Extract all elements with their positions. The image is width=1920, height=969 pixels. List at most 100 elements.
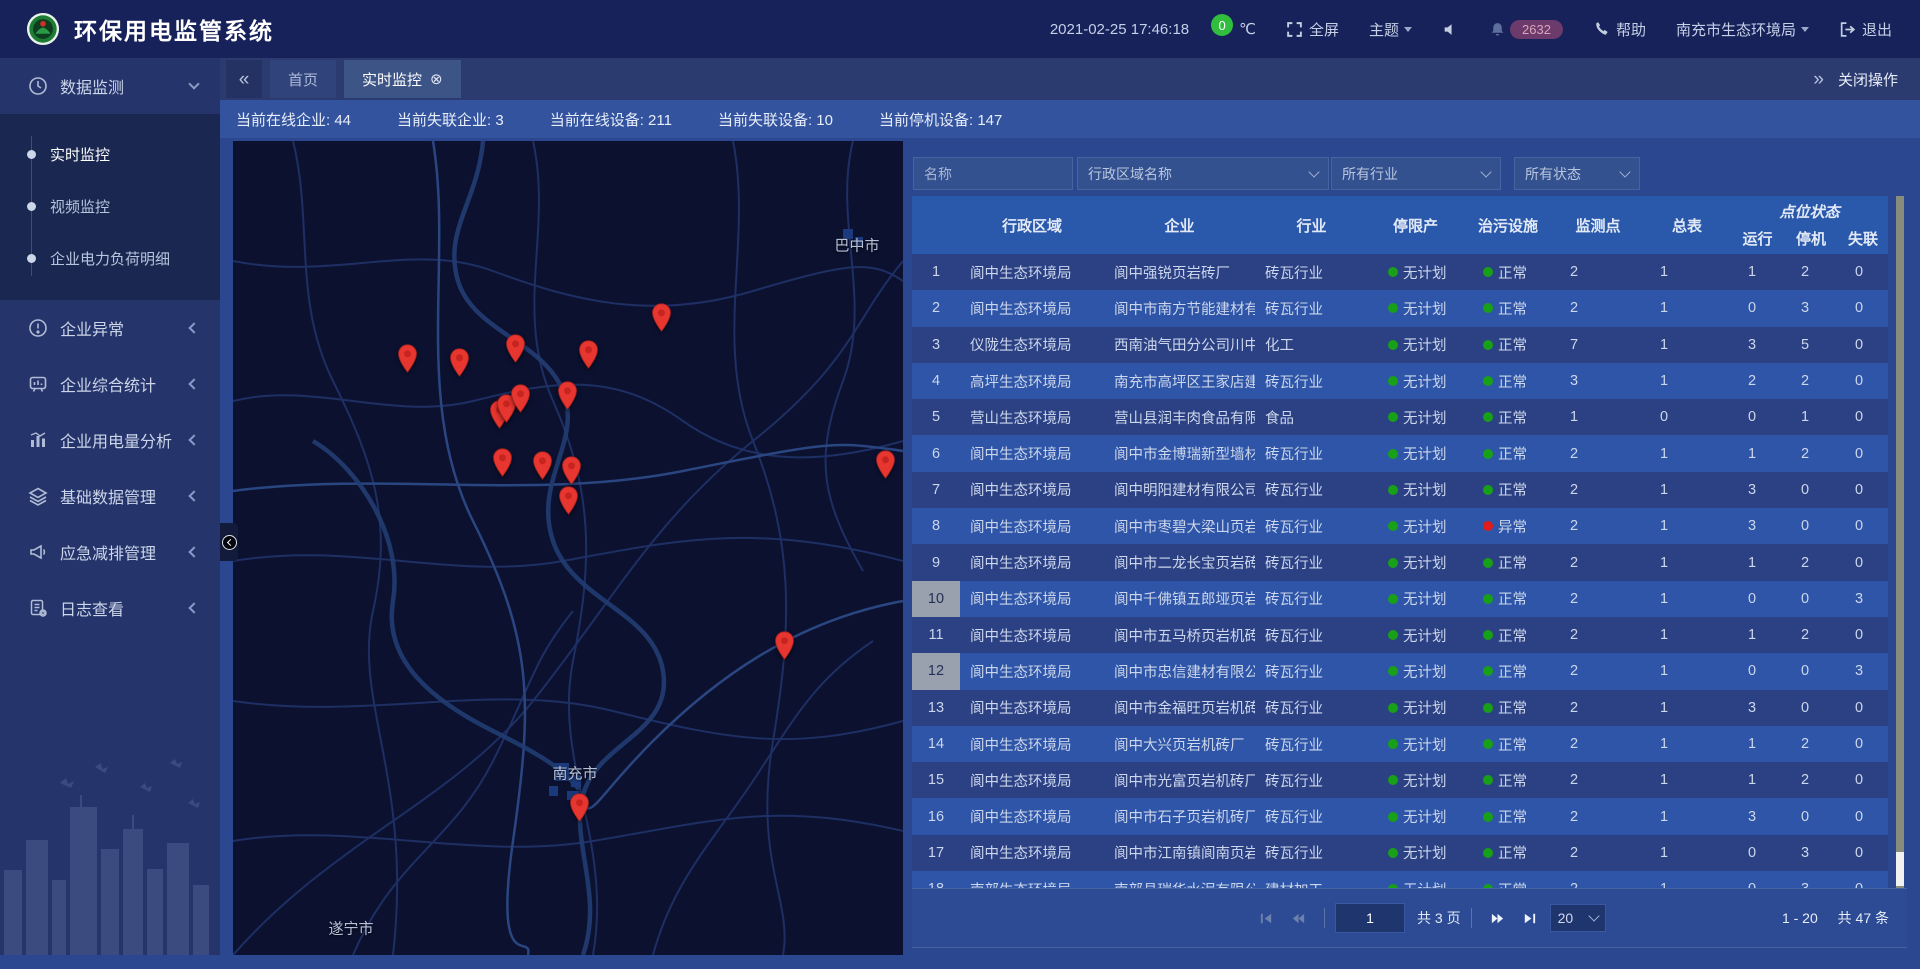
sidebar-item[interactable]: 日志查看 bbox=[0, 580, 220, 636]
search-input[interactable] bbox=[924, 166, 1062, 182]
cell-enterprise: 阆中市金博瑞新型墙材 bbox=[1104, 435, 1255, 471]
logout-button[interactable]: 退出 bbox=[1839, 19, 1892, 40]
cell-stopped: 2 bbox=[1784, 544, 1838, 580]
sidebar-item[interactable]: 企业异常 bbox=[0, 300, 220, 356]
cell-disconnected: 0 bbox=[1838, 544, 1888, 580]
table-row[interactable]: 4高坪生态环境局南充市高坪区王家店建砖瓦行业无计划正常31220 bbox=[912, 363, 1888, 399]
map-pin-icon[interactable] bbox=[492, 448, 513, 477]
last-page-button[interactable] bbox=[1519, 907, 1541, 929]
previous-page-button[interactable] bbox=[1287, 907, 1309, 929]
cell-limit-status: 无计划 bbox=[1368, 798, 1463, 834]
map-pin-icon[interactable] bbox=[875, 450, 896, 479]
table-row[interactable]: 12阆中生态环境局阆中市忠信建材有限公砖瓦行业无计划正常21003 bbox=[912, 653, 1888, 689]
sidebar: 数据监测实时监控视频监控企业电力负荷明细企业异常企业综合统计企业用电量分析基础数… bbox=[0, 58, 220, 955]
row-number: 1 bbox=[912, 254, 960, 290]
table-row[interactable]: 6阆中生态环境局阆中市金博瑞新型墙材砖瓦行业无计划正常21120 bbox=[912, 435, 1888, 471]
cell-limit-status: 无计划 bbox=[1368, 581, 1463, 617]
map-pin-icon[interactable] bbox=[569, 793, 590, 822]
cell-master-meter: 1 bbox=[1643, 690, 1731, 726]
cell-running: 2 bbox=[1731, 363, 1784, 399]
table-row[interactable]: 2阆中生态环境局阆中市南方节能建材有砖瓦行业无计划正常21030 bbox=[912, 290, 1888, 326]
map-pin-icon[interactable] bbox=[651, 303, 672, 332]
submenu-item[interactable]: 视频监控 bbox=[0, 180, 220, 232]
cell-limit-status: 无计划 bbox=[1368, 690, 1463, 726]
table-row[interactable]: 18南部生态环境局南部县瑞华水泥有限公建材加工无计划正常21030 bbox=[912, 871, 1888, 888]
map-pin-icon[interactable] bbox=[532, 451, 553, 480]
tab-home[interactable]: 首页 bbox=[270, 60, 336, 98]
help-button[interactable]: 帮助 bbox=[1593, 19, 1646, 40]
table-row[interactable]: 17阆中生态环境局阆中市江南镇阆南页岩砖瓦行业无计划正常21030 bbox=[912, 835, 1888, 871]
cell-master-meter: 1 bbox=[1643, 653, 1731, 689]
row-number: 9 bbox=[912, 544, 960, 580]
tab-realtime-monitoring[interactable]: 实时监控 ⊗ bbox=[344, 60, 461, 98]
map-pin-icon[interactable] bbox=[505, 334, 526, 363]
table-row[interactable]: 5营山生态环境局营山县润丰肉食品有限食品无计划正常10010 bbox=[912, 399, 1888, 435]
submenu-item[interactable]: 企业电力负荷明细 bbox=[0, 232, 220, 284]
chevron-down-icon bbox=[1801, 27, 1809, 32]
table-row[interactable]: 14阆中生态环境局阆中大兴页岩机砖厂砖瓦行业无计划正常21120 bbox=[912, 726, 1888, 762]
next-page-button[interactable] bbox=[1487, 907, 1509, 929]
region-filter-select[interactable]: 行政区域名称 bbox=[1077, 157, 1329, 190]
sidebar-item[interactable]: 数据监测 bbox=[0, 58, 220, 114]
chevron-down-icon bbox=[1480, 166, 1491, 177]
header-point-status-group: 点位状态 运行 停机 失联 bbox=[1731, 196, 1888, 254]
close-operations-button[interactable]: 关闭操作 bbox=[1838, 69, 1898, 90]
table-row[interactable]: 10阆中生态环境局阆中千佛镇五郎垭页岩砖瓦行业无计划正常21003 bbox=[912, 581, 1888, 617]
page-number-input[interactable] bbox=[1335, 903, 1405, 933]
sidebar-item-label: 企业用电量分析 bbox=[60, 428, 190, 452]
scrollbar-thumb[interactable] bbox=[1896, 852, 1904, 886]
map-pin-icon[interactable] bbox=[557, 381, 578, 410]
map-pin-icon[interactable] bbox=[510, 384, 531, 413]
table-scrollbar[interactable] bbox=[1896, 196, 1904, 888]
table-row[interactable]: 8阆中生态环境局阆中市枣碧大梁山页岩砖瓦行业无计划异常21300 bbox=[912, 508, 1888, 544]
double-chevron-right-icon[interactable]: » bbox=[1813, 70, 1824, 89]
industry-filter-select[interactable]: 所有行业 bbox=[1331, 157, 1501, 190]
table-row[interactable]: 16阆中生态环境局阆中市石子页岩机砖厂砖瓦行业无计划正常21300 bbox=[912, 798, 1888, 834]
close-tab-icon[interactable]: ⊗ bbox=[430, 70, 443, 88]
sidebar-item[interactable]: 企业综合统计 bbox=[0, 356, 220, 412]
theme-dropdown[interactable]: 主题 bbox=[1369, 19, 1412, 40]
org-dropdown[interactable]: 南充市生态环境局 bbox=[1676, 19, 1809, 40]
cell-industry: 砖瓦行业 bbox=[1255, 835, 1368, 871]
cell-region: 阆中生态环境局 bbox=[960, 472, 1104, 508]
cell-running: 1 bbox=[1731, 254, 1784, 290]
monitor-clock-icon bbox=[28, 76, 48, 96]
table-row[interactable]: 7阆中生态环境局阆中明阳建材有限公司砖瓦行业无计划正常21300 bbox=[912, 472, 1888, 508]
notifications[interactable]: 2632 bbox=[1489, 20, 1563, 39]
tabs-scroll-left-button[interactable]: « bbox=[226, 60, 262, 98]
map-pin-icon[interactable] bbox=[578, 340, 599, 369]
cell-running: 0 bbox=[1731, 581, 1784, 617]
map-pin-icon[interactable] bbox=[397, 344, 418, 373]
table-row[interactable]: 11阆中生态环境局阆中市五马桥页岩机砖砖瓦行业无计划正常21120 bbox=[912, 617, 1888, 653]
map-pin-icon[interactable] bbox=[561, 456, 582, 485]
cell-facility-status: 正常 bbox=[1463, 254, 1553, 290]
first-page-button[interactable] bbox=[1255, 907, 1277, 929]
status-dot-icon bbox=[1483, 848, 1493, 858]
status-dot-icon bbox=[1388, 739, 1398, 749]
sidebar-item[interactable]: 基础数据管理 bbox=[0, 468, 220, 524]
map-pin-icon[interactable] bbox=[774, 631, 795, 660]
submenu-item[interactable]: 实时监控 bbox=[0, 128, 220, 180]
sidebar-item-label: 企业综合统计 bbox=[60, 372, 190, 396]
sidebar-item[interactable]: 应急减排管理 bbox=[0, 524, 220, 580]
status-filter-select[interactable]: 所有状态 bbox=[1514, 157, 1640, 190]
map[interactable]: 巴中市南充市遂宁市 bbox=[233, 141, 903, 955]
table-row[interactable]: 15阆中生态环境局阆中市光富页岩机砖厂砖瓦行业无计划正常21120 bbox=[912, 762, 1888, 798]
cell-region: 营山生态环境局 bbox=[960, 399, 1104, 435]
status-dot-icon bbox=[1388, 449, 1398, 459]
cell-stopped: 0 bbox=[1784, 798, 1838, 834]
table-row[interactable]: 9阆中生态环境局阆中市二龙长宝页岩砖砖瓦行业无计划正常21120 bbox=[912, 544, 1888, 580]
table-row[interactable]: 3仪陇生态环境局西南油气田分公司川中化工无计划正常71350 bbox=[912, 327, 1888, 363]
name-filter-input[interactable] bbox=[913, 157, 1073, 190]
page-size-select[interactable]: 20 bbox=[1550, 904, 1606, 932]
stat-item: 当前失联设备: 10 bbox=[718, 109, 833, 130]
sidebar-item[interactable]: 企业用电量分析 bbox=[0, 412, 220, 468]
sidebar-collapse-handle[interactable] bbox=[220, 523, 238, 561]
map-pin-icon[interactable] bbox=[449, 348, 470, 377]
sound-toggle[interactable] bbox=[1442, 21, 1459, 38]
cell-industry: 砖瓦行业 bbox=[1255, 435, 1368, 471]
map-pin-icon[interactable] bbox=[558, 486, 579, 515]
table-row[interactable]: 13阆中生态环境局阆中市金福旺页岩机砖砖瓦行业无计划正常21300 bbox=[912, 690, 1888, 726]
table-row[interactable]: 1阆中生态环境局阆中强锐页岩砖厂砖瓦行业无计划正常21120 bbox=[912, 254, 1888, 290]
fullscreen-button[interactable]: 全屏 bbox=[1286, 19, 1339, 40]
